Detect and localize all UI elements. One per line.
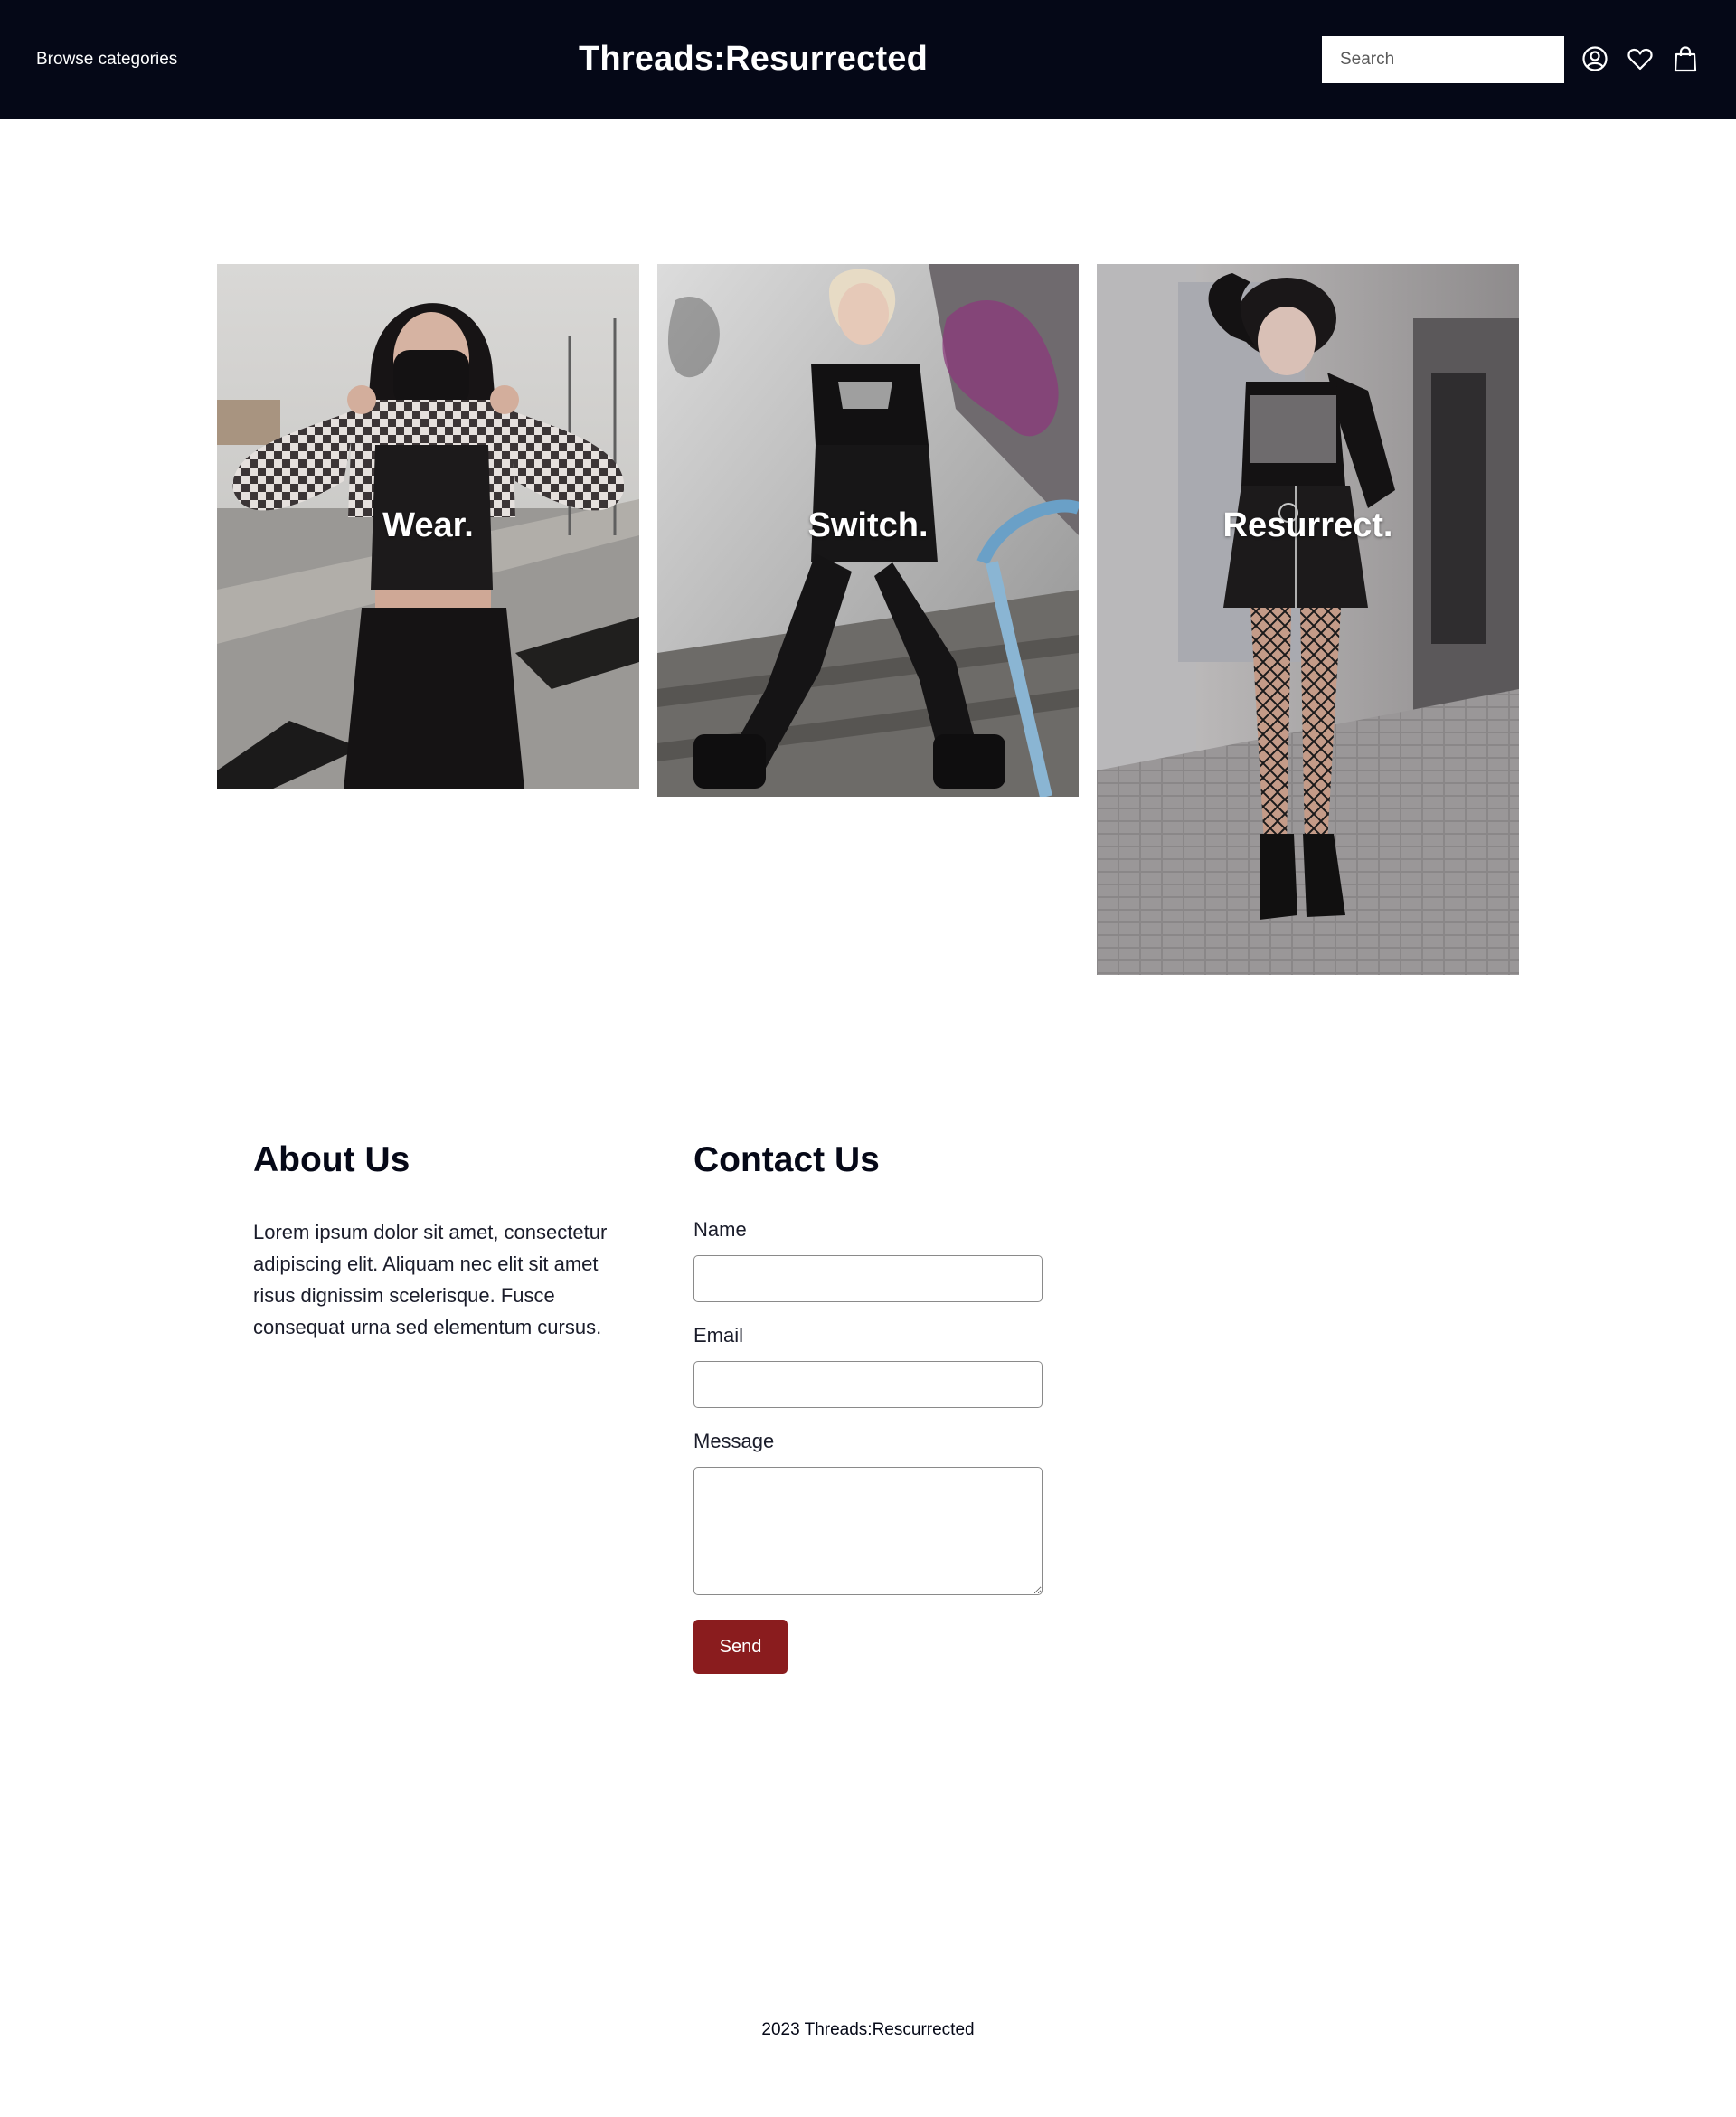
message-field[interactable]: [693, 1467, 1043, 1595]
site-header: Browse categories Threads:Resurrected: [0, 0, 1736, 119]
gallery-label-switch: Switch.: [807, 506, 929, 544]
email-field[interactable]: [693, 1361, 1043, 1408]
message-label: Message: [693, 1430, 775, 1452]
gallery-card-wear[interactable]: Wear.: [217, 264, 639, 789]
user-icon[interactable]: [1580, 43, 1609, 74]
contact-title: Contact Us: [693, 1140, 880, 1179]
name-field[interactable]: [693, 1255, 1043, 1302]
footer-copyright: 2023 Threads:Rescurrected: [761, 2020, 975, 2039]
about-text: Lorem ipsum dolor sit amet, consectetur …: [253, 1221, 608, 1338]
gallery-card-resurrect[interactable]: Resurrect.: [1097, 264, 1519, 975]
heart-icon[interactable]: [1626, 43, 1655, 74]
name-label: Name: [693, 1218, 747, 1241]
search-input[interactable]: [1322, 36, 1564, 83]
site-logo[interactable]: Threads:Resurrected: [579, 36, 928, 81]
gallery-label-wear: Wear.: [382, 506, 474, 544]
resurrect-photo: [1097, 264, 1519, 975]
browse-categories-link[interactable]: Browse categories: [36, 47, 177, 72]
about-title: About Us: [253, 1140, 410, 1179]
gallery-label-resurrect: Resurrect.: [1222, 506, 1393, 544]
shopping-bag-icon[interactable]: [1671, 43, 1700, 74]
email-label: Email: [693, 1324, 744, 1347]
gallery-card-switch[interactable]: Switch.: [657, 264, 1079, 797]
send-button[interactable]: Send: [693, 1620, 788, 1674]
